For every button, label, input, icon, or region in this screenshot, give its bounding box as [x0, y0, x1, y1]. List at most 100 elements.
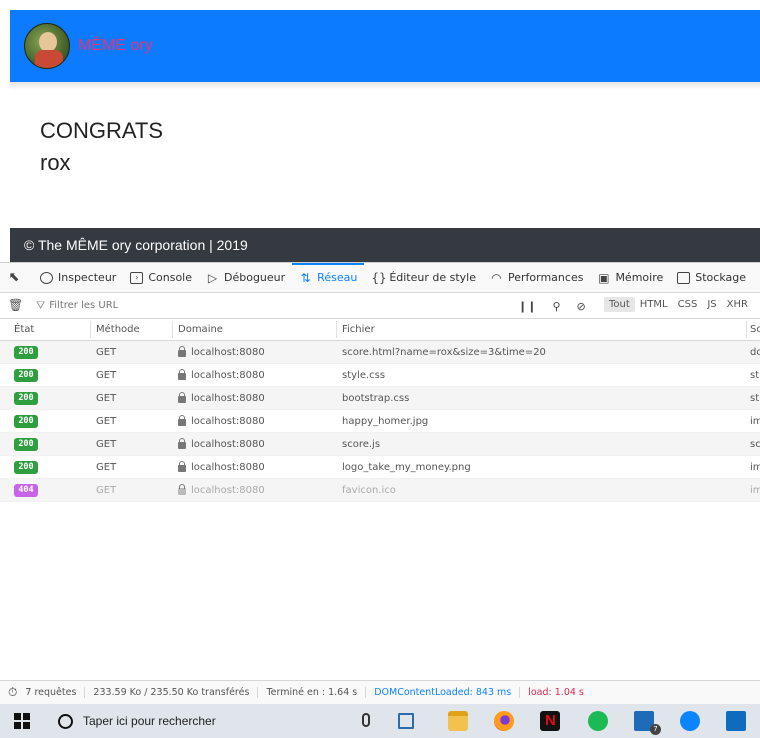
status-badge: 200 — [14, 368, 38, 382]
col-domain[interactable]: Domaine — [178, 319, 338, 340]
source-cell: sc — [750, 438, 760, 450]
storage-icon — [677, 271, 691, 284]
stopwatch-icon[interactable]: ⏱ — [8, 685, 17, 700]
filter-css[interactable]: CSS — [673, 297, 703, 312]
firefox-icon[interactable] — [494, 711, 514, 731]
file-cell: happy_homer.jpg — [342, 415, 429, 427]
tab-label: Mémoire — [615, 271, 664, 284]
status-badge: 200 — [14, 414, 38, 428]
filter-html[interactable]: HTML — [635, 297, 673, 312]
tab-console[interactable]: › Console — [123, 263, 199, 292]
performance-icon: ◠ — [491, 270, 502, 285]
domain-cell: localhost:8080 — [191, 484, 265, 496]
tab-label: Stockage — [695, 271, 746, 284]
tab-label: Console — [148, 271, 192, 284]
col-source[interactable]: So — [750, 319, 760, 340]
col-file[interactable]: Fichier — [342, 319, 752, 340]
footer-text: © The MÊME ory corporation | 2019 — [24, 237, 248, 253]
method-cell: GET — [96, 369, 117, 381]
method-cell: GET — [96, 346, 117, 358]
col-divider — [336, 321, 337, 338]
file-cell: favicon.ico — [342, 484, 396, 496]
domain-cell: localhost:8080 — [191, 415, 265, 427]
windows-taskbar: Taper ici pour rechercher 7 — [0, 704, 760, 738]
pause-icon[interactable]: ❙❙ — [518, 300, 536, 313]
table-row[interactable]: 200 GET localhost:8080 happy_homer.jpg i… — [0, 410, 760, 433]
domain-cell: localhost:8080 — [191, 369, 265, 381]
congrats-heading: CONGRATS — [40, 118, 164, 143]
table-row[interactable]: 200 GET localhost:8080 score.js sc — [0, 433, 760, 456]
trash-icon[interactable]: 🗑 — [8, 299, 23, 312]
tab-network[interactable]: ⇅ Réseau — [292, 263, 365, 292]
lock-icon — [178, 391, 186, 403]
file-cell: style.css — [342, 369, 386, 381]
lock-icon — [178, 437, 186, 449]
table-row[interactable]: 404 GET localhost:8080 favicon.ico im — [0, 479, 760, 502]
method-cell: GET — [96, 484, 117, 496]
request-count: 7 requêtes — [25, 687, 77, 698]
username-text: rox — [40, 150, 71, 175]
search-icon[interactable]: ⚲ — [552, 300, 560, 313]
taskbar-search[interactable]: Taper ici pour rechercher — [83, 714, 216, 728]
lock-icon — [178, 368, 186, 380]
filter-url-input[interactable] — [49, 300, 350, 311]
filter-xhr[interactable]: XHR — [722, 297, 753, 312]
table-row[interactable]: 200 GET localhost:8080 score.html?name=r… — [0, 341, 760, 364]
table-row[interactable]: 200 GET localhost:8080 logo_take_my_mone… — [0, 456, 760, 479]
domain-cell: localhost:8080 — [191, 346, 265, 358]
tab-memory[interactable]: ▣ Mémoire — [590, 263, 670, 292]
tab-storage[interactable]: Stockage — [670, 263, 753, 292]
url-filter: ⛛ — [36, 299, 350, 313]
tab-label: Débogueur — [224, 271, 286, 284]
col-divider — [90, 321, 91, 338]
file-cell: score.js — [342, 438, 381, 450]
tab-inspector[interactable]: Inspecteur — [33, 263, 123, 292]
netflix-icon[interactable] — [540, 711, 560, 731]
outlook-icon[interactable] — [726, 711, 746, 731]
windows-start-icon[interactable] — [14, 713, 30, 729]
element-picker-button[interactable]: ⬉ — [0, 263, 33, 292]
status-badge: 200 — [14, 391, 38, 405]
source-cell: im — [750, 415, 760, 427]
block-icon[interactable]: ⊘ — [577, 300, 586, 313]
page-footer: © The MÊME ory corporation | 2019 — [10, 228, 760, 262]
network-icon: ⇅ — [300, 270, 311, 285]
messenger-icon[interactable] — [680, 711, 700, 731]
requests-list: 200 GET localhost:8080 score.html?name=r… — [0, 341, 760, 502]
domain-cell: localhost:8080 — [191, 392, 265, 404]
task-view-icon[interactable] — [398, 713, 414, 729]
cortana-icon[interactable] — [58, 713, 73, 729]
network-toolbar: 🗑 ⛛ ❙❙ ⚲ ⊘ Tout HTML CSS JS XHR — [0, 293, 760, 319]
tab-debugger[interactable]: ▷ Débogueur — [199, 263, 292, 292]
source-cell: im — [750, 461, 760, 473]
table-row[interactable]: 200 GET localhost:8080 bootstrap.css st — [0, 387, 760, 410]
brand-link[interactable]: MÊME ory — [78, 37, 153, 55]
microphone-icon[interactable] — [362, 713, 370, 727]
debugger-icon: ▷ — [207, 270, 218, 285]
network-summary-bar: ⏱ 7 requêtes 233.59 Ko / 235.50 Ko trans… — [0, 680, 760, 704]
lock-icon — [178, 414, 186, 426]
col-method[interactable]: Méthode — [96, 319, 174, 340]
type-filters: Tout HTML CSS JS XHR — [604, 297, 753, 312]
tab-label: Inspecteur — [58, 271, 117, 284]
col-status[interactable]: État — [14, 319, 84, 340]
filter-all[interactable]: Tout — [604, 297, 635, 312]
console-icon: › — [130, 271, 144, 284]
file-cell: logo_take_my_money.png — [342, 461, 471, 473]
spotify-icon[interactable] — [588, 711, 608, 731]
tab-style-editor[interactable]: {} Éditeur de style — [364, 263, 483, 292]
method-cell: GET — [96, 392, 117, 404]
requests-table-header: État Méthode Domaine Fichier So — [0, 319, 760, 341]
devtools-tabs: ⬉ Inspecteur › Console ▷ Débogueur ⇅ Rés… — [0, 263, 760, 293]
status-badge: 200 — [14, 345, 38, 359]
filter-js[interactable]: JS — [702, 297, 721, 312]
homer-logo-icon[interactable] — [24, 23, 70, 69]
lock-icon — [178, 345, 186, 357]
method-cell: GET — [96, 461, 117, 473]
file-explorer-icon[interactable] — [448, 711, 468, 731]
mail-badge: 7 — [650, 724, 661, 735]
table-row[interactable]: 200 GET localhost:8080 style.css st — [0, 364, 760, 387]
navbar: MÊME ory — [10, 10, 760, 82]
tab-label: Éditeur de style — [389, 271, 476, 284]
tab-performance[interactable]: ◠ Performances — [483, 263, 590, 292]
